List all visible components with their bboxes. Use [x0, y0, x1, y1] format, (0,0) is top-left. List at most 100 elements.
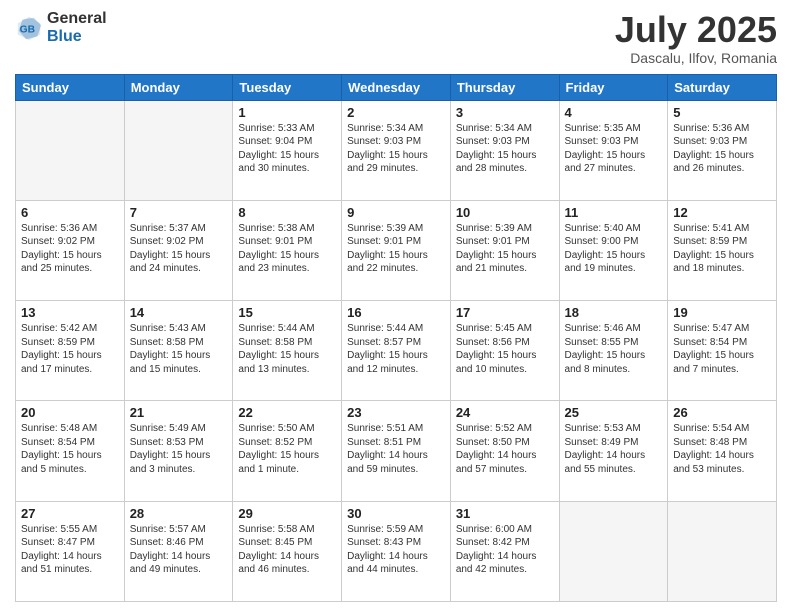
- day-number: 20: [21, 405, 119, 420]
- table-row: 3 Sunrise: 5:34 AM Sunset: 9:03 PM Daylig…: [450, 100, 559, 200]
- day-info: Sunrise: 5:51 AM Sunset: 8:51 PM Dayligh…: [347, 422, 445, 476]
- page: GB General Blue July 2025 Dascalu, Ilfov…: [0, 0, 792, 612]
- subtitle: Dascalu, Ilfov, Romania: [615, 50, 777, 66]
- header-friday: Friday: [559, 74, 668, 100]
- day-number: 3: [456, 105, 554, 120]
- table-row: 27 Sunrise: 5:55 AM Sunset: 8:47 PM Dayli…: [16, 501, 125, 601]
- header: GB General Blue July 2025 Dascalu, Ilfov…: [15, 10, 777, 66]
- table-row: 11Sunrise: 5:40 AM Sunset: 9:00 PM Dayli…: [559, 200, 668, 300]
- day-info: Sunrise: 5:50 AM Sunset: 8:52 PM Dayligh…: [238, 422, 336, 476]
- table-row: 26 Sunrise: 5:54 AM Sunset: 8:48 PM Dayli…: [668, 401, 777, 501]
- day-info: Sunrise: 5:36 AM Sunset: 9:03 PM Dayligh…: [673, 122, 771, 176]
- day-number: 27: [21, 506, 119, 521]
- table-row: 5 Sunrise: 5:36 AM Sunset: 9:03 PM Daylig…: [668, 100, 777, 200]
- header-sunday: Sunday: [16, 74, 125, 100]
- header-saturday: Saturday: [668, 74, 777, 100]
- calendar-week-row: 27 Sunrise: 5:55 AM Sunset: 8:47 PM Dayli…: [16, 501, 777, 601]
- day-number: 19: [673, 305, 771, 320]
- day-number: 24: [456, 405, 554, 420]
- table-row: 4Sunrise: 5:35 AM Sunset: 9:03 PM Daylig…: [559, 100, 668, 200]
- day-number: 23: [347, 405, 445, 420]
- day-info: Sunrise: 5:54 AM Sunset: 8:48 PM Dayligh…: [673, 422, 771, 476]
- day-number: 21: [130, 405, 228, 420]
- day-number: 14: [130, 305, 228, 320]
- day-number: 5: [673, 105, 771, 120]
- day-info: Sunrise: 5:38 AM Sunset: 9:01 PM Dayligh…: [238, 222, 336, 276]
- day-info: Sunrise: 5:37 AM Sunset: 9:02 PM Dayligh…: [130, 222, 228, 276]
- table-row: 16Sunrise: 5:44 AM Sunset: 8:57 PM Dayli…: [342, 301, 451, 401]
- day-info: Sunrise: 5:58 AM Sunset: 8:45 PM Dayligh…: [238, 523, 336, 577]
- day-number: 15: [238, 305, 336, 320]
- table-row: 18 Sunrise: 5:46 AM Sunset: 8:55 PM Dayli…: [559, 301, 668, 401]
- day-info: Sunrise: 5:46 AM Sunset: 8:55 PM Dayligh…: [565, 322, 663, 376]
- day-number: 30: [347, 506, 445, 521]
- day-info: Sunrise: 5:36 AM Sunset: 9:02 PM Dayligh…: [21, 222, 119, 276]
- calendar-week-row: 13Sunrise: 5:42 AM Sunset: 8:59 PM Dayli…: [16, 301, 777, 401]
- day-number: 31: [456, 506, 554, 521]
- table-row: 17Sunrise: 5:45 AM Sunset: 8:56 PM Dayli…: [450, 301, 559, 401]
- table-row: [668, 501, 777, 601]
- day-number: 11: [565, 205, 663, 220]
- table-row: 22 Sunrise: 5:50 AM Sunset: 8:52 PM Dayli…: [233, 401, 342, 501]
- month-title: July 2025: [615, 10, 777, 50]
- table-row: 12 Sunrise: 5:41 AM Sunset: 8:59 PM Dayli…: [668, 200, 777, 300]
- table-row: 7Sunrise: 5:37 AM Sunset: 9:02 PM Daylig…: [124, 200, 233, 300]
- table-row: 28Sunrise: 5:57 AM Sunset: 8:46 PM Dayli…: [124, 501, 233, 601]
- table-row: 9 Sunrise: 5:39 AM Sunset: 9:01 PM Daylig…: [342, 200, 451, 300]
- logo: GB General Blue: [15, 10, 107, 45]
- day-info: Sunrise: 5:53 AM Sunset: 8:49 PM Dayligh…: [565, 422, 663, 476]
- day-info: Sunrise: 5:44 AM Sunset: 8:58 PM Dayligh…: [238, 322, 336, 376]
- day-number: 28: [130, 506, 228, 521]
- day-info: Sunrise: 5:42 AM Sunset: 8:59 PM Dayligh…: [21, 322, 119, 376]
- day-info: Sunrise: 5:48 AM Sunset: 8:54 PM Dayligh…: [21, 422, 119, 476]
- day-number: 10: [456, 205, 554, 220]
- logo-text: General Blue: [47, 10, 107, 45]
- table-row: 31 Sunrise: 6:00 AM Sunset: 8:42 PM Dayli…: [450, 501, 559, 601]
- table-row: 29 Sunrise: 5:58 AM Sunset: 8:45 PM Dayli…: [233, 501, 342, 601]
- day-info: Sunrise: 5:39 AM Sunset: 9:01 PM Dayligh…: [347, 222, 445, 276]
- day-number: 26: [673, 405, 771, 420]
- header-monday: Monday: [124, 74, 233, 100]
- calendar-week-row: 1 Sunrise: 5:33 AM Sunset: 9:04 PM Daylig…: [16, 100, 777, 200]
- table-row: 19 Sunrise: 5:47 AM Sunset: 8:54 PM Dayli…: [668, 301, 777, 401]
- day-number: 18: [565, 305, 663, 320]
- day-number: 29: [238, 506, 336, 521]
- day-info: Sunrise: 5:33 AM Sunset: 9:04 PM Dayligh…: [238, 122, 336, 176]
- day-info: Sunrise: 5:34 AM Sunset: 9:03 PM Dayligh…: [456, 122, 554, 176]
- table-row: 1 Sunrise: 5:33 AM Sunset: 9:04 PM Daylig…: [233, 100, 342, 200]
- day-number: 9: [347, 205, 445, 220]
- logo-general: General: [47, 10, 107, 28]
- calendar-table: Sunday Monday Tuesday Wednesday Thursday…: [15, 74, 777, 602]
- day-number: 6: [21, 205, 119, 220]
- day-number: 1: [238, 105, 336, 120]
- calendar-week-row: 6 Sunrise: 5:36 AM Sunset: 9:02 PM Daylig…: [16, 200, 777, 300]
- table-row: 14 Sunrise: 5:43 AM Sunset: 8:58 PM Dayli…: [124, 301, 233, 401]
- table-row: 8Sunrise: 5:38 AM Sunset: 9:01 PM Daylig…: [233, 200, 342, 300]
- calendar-week-row: 20 Sunrise: 5:48 AM Sunset: 8:54 PM Dayli…: [16, 401, 777, 501]
- day-info: Sunrise: 5:49 AM Sunset: 8:53 PM Dayligh…: [130, 422, 228, 476]
- header-wednesday: Wednesday: [342, 74, 451, 100]
- day-info: Sunrise: 5:59 AM Sunset: 8:43 PM Dayligh…: [347, 523, 445, 577]
- logo-icon: GB: [15, 14, 43, 42]
- table-row: 6 Sunrise: 5:36 AM Sunset: 9:02 PM Daylig…: [16, 200, 125, 300]
- day-info: Sunrise: 5:55 AM Sunset: 8:47 PM Dayligh…: [21, 523, 119, 577]
- svg-text:GB: GB: [20, 24, 35, 35]
- day-info: Sunrise: 5:43 AM Sunset: 8:58 PM Dayligh…: [130, 322, 228, 376]
- table-row: 23 Sunrise: 5:51 AM Sunset: 8:51 PM Dayli…: [342, 401, 451, 501]
- table-row: 15 Sunrise: 5:44 AM Sunset: 8:58 PM Dayli…: [233, 301, 342, 401]
- day-number: 12: [673, 205, 771, 220]
- header-thursday: Thursday: [450, 74, 559, 100]
- day-number: 22: [238, 405, 336, 420]
- day-info: Sunrise: 5:35 AM Sunset: 9:03 PM Dayligh…: [565, 122, 663, 176]
- table-row: [124, 100, 233, 200]
- day-info: Sunrise: 5:44 AM Sunset: 8:57 PM Dayligh…: [347, 322, 445, 376]
- day-info: Sunrise: 5:52 AM Sunset: 8:50 PM Dayligh…: [456, 422, 554, 476]
- day-info: Sunrise: 6:00 AM Sunset: 8:42 PM Dayligh…: [456, 523, 554, 577]
- day-number: 17: [456, 305, 554, 320]
- day-number: 25: [565, 405, 663, 420]
- day-info: Sunrise: 5:47 AM Sunset: 8:54 PM Dayligh…: [673, 322, 771, 376]
- table-row: 10Sunrise: 5:39 AM Sunset: 9:01 PM Dayli…: [450, 200, 559, 300]
- table-row: 20 Sunrise: 5:48 AM Sunset: 8:54 PM Dayli…: [16, 401, 125, 501]
- table-row: 2Sunrise: 5:34 AM Sunset: 9:03 PM Daylig…: [342, 100, 451, 200]
- day-info: Sunrise: 5:41 AM Sunset: 8:59 PM Dayligh…: [673, 222, 771, 276]
